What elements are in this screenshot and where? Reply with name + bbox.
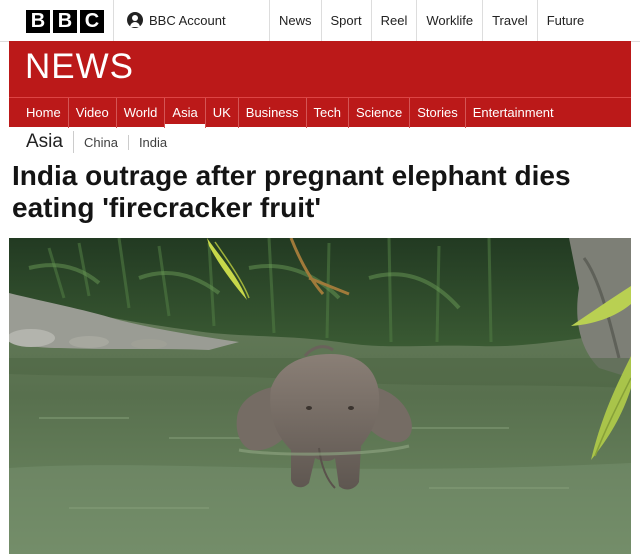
user-icon [127, 12, 143, 28]
main-nav: Home Video World Asia UK Business Tech S… [9, 97, 631, 128]
logo-letter-b1: B [26, 10, 50, 33]
main-nav-video[interactable]: Video [69, 98, 117, 128]
section-title[interactable]: Asia [26, 131, 74, 153]
main-nav-uk[interactable]: UK [206, 98, 239, 128]
elephant-photo [9, 238, 631, 554]
top-nav-sport[interactable]: Sport [320, 0, 371, 41]
bbc-logo[interactable]: B B C [26, 10, 104, 33]
logo-letter-c: C [80, 10, 104, 33]
main-nav-entertainment[interactable]: Entertainment [466, 98, 561, 128]
top-nav-worklife[interactable]: Worklife [416, 0, 482, 41]
account-link[interactable]: BBC Account [127, 12, 226, 28]
main-nav-world[interactable]: World [117, 98, 166, 128]
main-nav-asia[interactable]: Asia [165, 98, 206, 128]
main-nav-home[interactable]: Home [9, 98, 69, 128]
top-nav-news[interactable]: News [269, 0, 321, 41]
top-nav-future[interactable]: Future [536, 0, 594, 41]
sub-nav-india[interactable]: India [129, 135, 177, 150]
sub-nav-china[interactable]: China [74, 134, 129, 150]
top-nav: News Sport Reel Worklife Travel Future [269, 0, 593, 41]
main-nav-business[interactable]: Business [239, 98, 307, 128]
top-bar: B B C BBC Account News Sport Reel Workli… [0, 0, 640, 42]
news-title[interactable]: NEWS [25, 47, 134, 87]
article-photo [9, 238, 631, 554]
top-nav-travel[interactable]: Travel [482, 0, 537, 41]
sub-nav: Asia China India [26, 130, 177, 154]
account-label: BBC Account [149, 12, 226, 28]
article-headline: India outrage after pregnant elephant di… [12, 160, 571, 223]
main-nav-tech[interactable]: Tech [307, 98, 349, 128]
logo-letter-b2: B [53, 10, 77, 33]
divider [113, 0, 114, 41]
top-nav-reel[interactable]: Reel [370, 0, 417, 41]
main-nav-stories[interactable]: Stories [410, 98, 466, 128]
news-header: NEWS Home Video World Asia UK Business T… [9, 41, 631, 128]
main-nav-science[interactable]: Science [349, 98, 411, 128]
